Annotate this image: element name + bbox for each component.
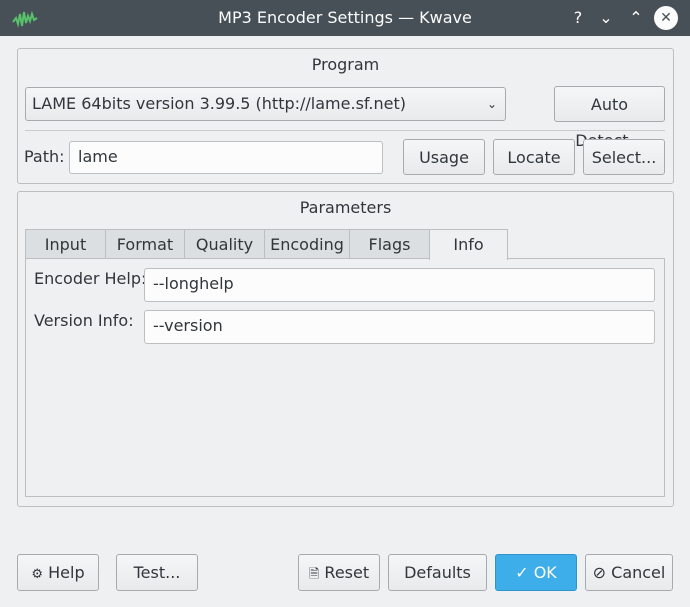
- program-select-value: LAME 64bits version 3.99.5 (http://lame.…: [32, 94, 406, 113]
- reset-icon: 🗎: [308, 567, 320, 582]
- defaults-button[interactable]: Defaults: [388, 554, 487, 591]
- maximize-button[interactable]: ⌃: [624, 6, 648, 30]
- help-button[interactable]: ⚙ Help: [17, 554, 99, 591]
- parameters-group-title: Parameters: [299, 198, 392, 217]
- tab-quality[interactable]: Quality: [184, 229, 265, 259]
- tab-input[interactable]: Input: [25, 229, 106, 259]
- version-info-label: Version Info:: [34, 311, 134, 330]
- tab-format[interactable]: Format: [105, 229, 185, 259]
- ok-button-label: OK: [533, 563, 557, 582]
- separator: [25, 130, 665, 131]
- help-icon: ⚙: [31, 567, 44, 582]
- ok-button[interactable]: ✓ OK: [495, 554, 577, 591]
- minimize-button[interactable]: ⌄: [594, 6, 618, 30]
- cancel-button[interactable]: ⊘ Cancel: [585, 554, 673, 591]
- check-icon: ✓: [515, 563, 529, 582]
- version-info-input[interactable]: --version: [144, 310, 655, 344]
- usage-button[interactable]: Usage: [403, 139, 485, 175]
- test-button[interactable]: Test...: [116, 554, 198, 591]
- chevron-down-icon: ⌄: [486, 97, 497, 111]
- program-select[interactable]: LAME 64bits version 3.99.5 (http://lame.…: [25, 87, 506, 121]
- tab-encoding[interactable]: Encoding: [264, 229, 350, 259]
- close-button[interactable]: ✕: [654, 6, 678, 30]
- tab-info[interactable]: Info: [429, 229, 508, 260]
- path-input[interactable]: lame: [69, 141, 383, 174]
- reset-button[interactable]: 🗎 Reset: [298, 554, 380, 591]
- help-button-label: Help: [48, 563, 85, 582]
- cancel-button-label: Cancel: [611, 563, 666, 582]
- context-help-button[interactable]: ?: [566, 6, 590, 30]
- path-label: Path:: [24, 147, 65, 166]
- encoder-help-label: Encoder Help:: [34, 269, 147, 288]
- tab-flags[interactable]: Flags: [349, 229, 430, 259]
- reset-button-label: Reset: [324, 563, 370, 582]
- cancel-icon: ⊘: [592, 563, 607, 582]
- auto-detect-button[interactable]: Auto Detect...: [554, 86, 665, 150]
- title-bar[interactable]: MP3 Encoder Settings — Kwave ? ⌄ ⌃ ✕: [0, 0, 690, 36]
- select-button[interactable]: Select...: [583, 139, 665, 175]
- locate-button[interactable]: Locate: [493, 139, 575, 175]
- encoder-help-input[interactable]: --longhelp: [144, 268, 655, 302]
- program-group-title: Program: [311, 55, 380, 74]
